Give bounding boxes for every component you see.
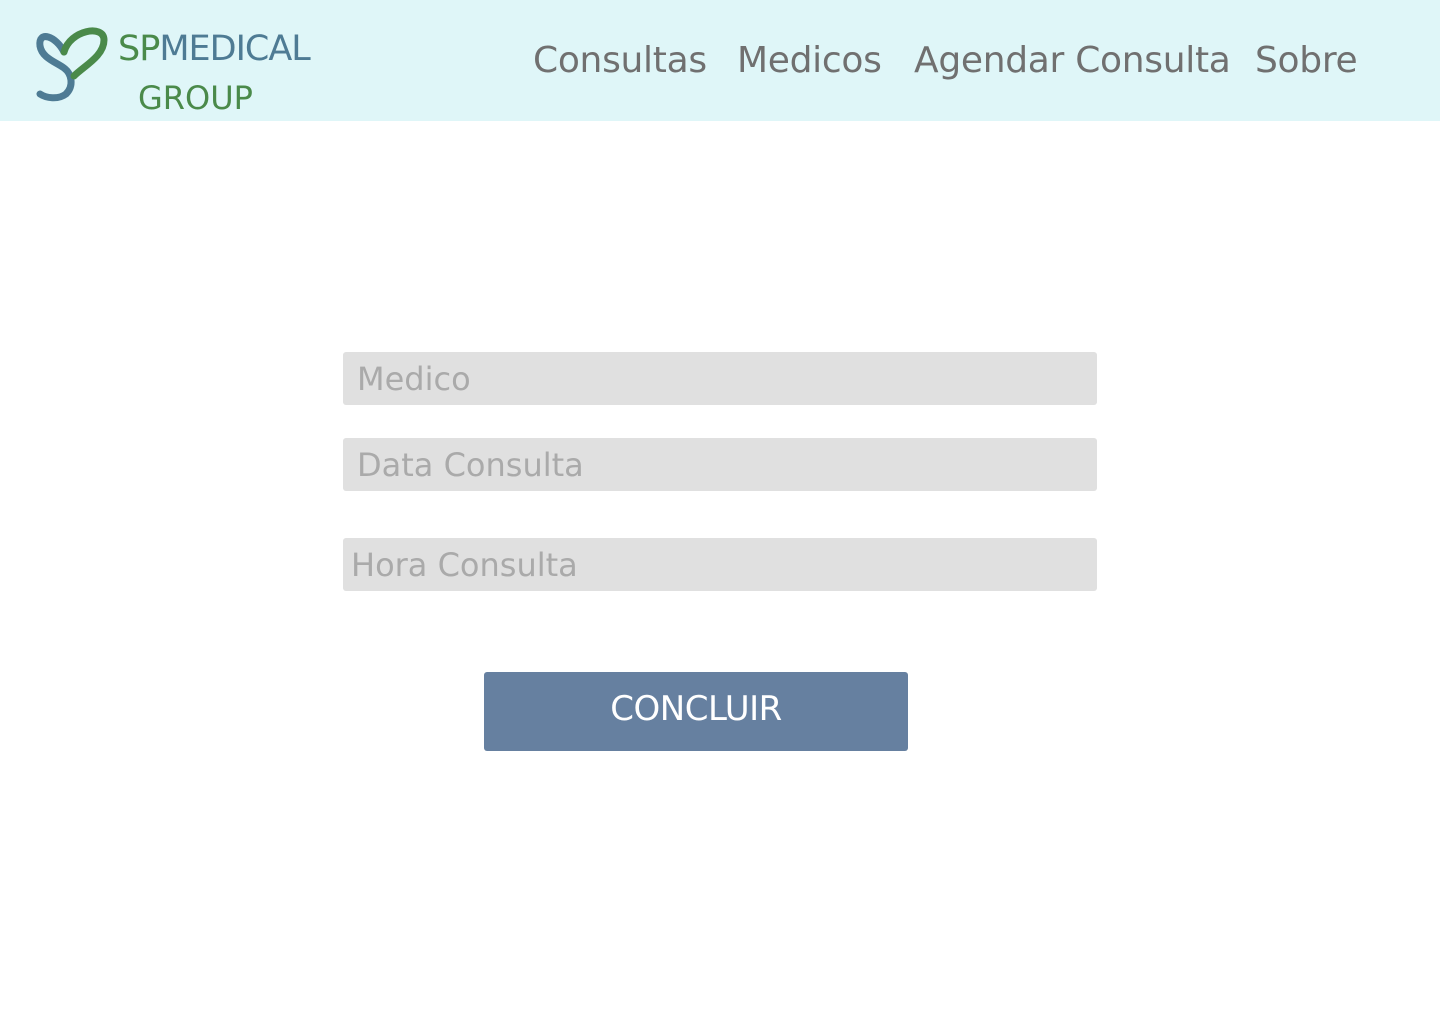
hora-consulta-input[interactable] (343, 538, 1097, 591)
medico-input[interactable] (343, 352, 1097, 405)
main-nav: Consultas Medicos Agendar Consulta Sobre (0, 38, 1440, 88)
concluir-button[interactable]: CONCLUIR (484, 672, 908, 751)
nav-item-medicos[interactable]: Medicos (737, 38, 882, 84)
nav-item-sobre[interactable]: Sobre (1255, 38, 1358, 84)
top-header: SPMEDICAL GROUP Consultas Medicos Agenda… (0, 0, 1440, 121)
nav-item-consultas[interactable]: Consultas (533, 38, 707, 84)
data-consulta-input[interactable] (343, 438, 1097, 491)
nav-item-agendar-consulta[interactable]: Agendar Consulta (914, 38, 1231, 84)
